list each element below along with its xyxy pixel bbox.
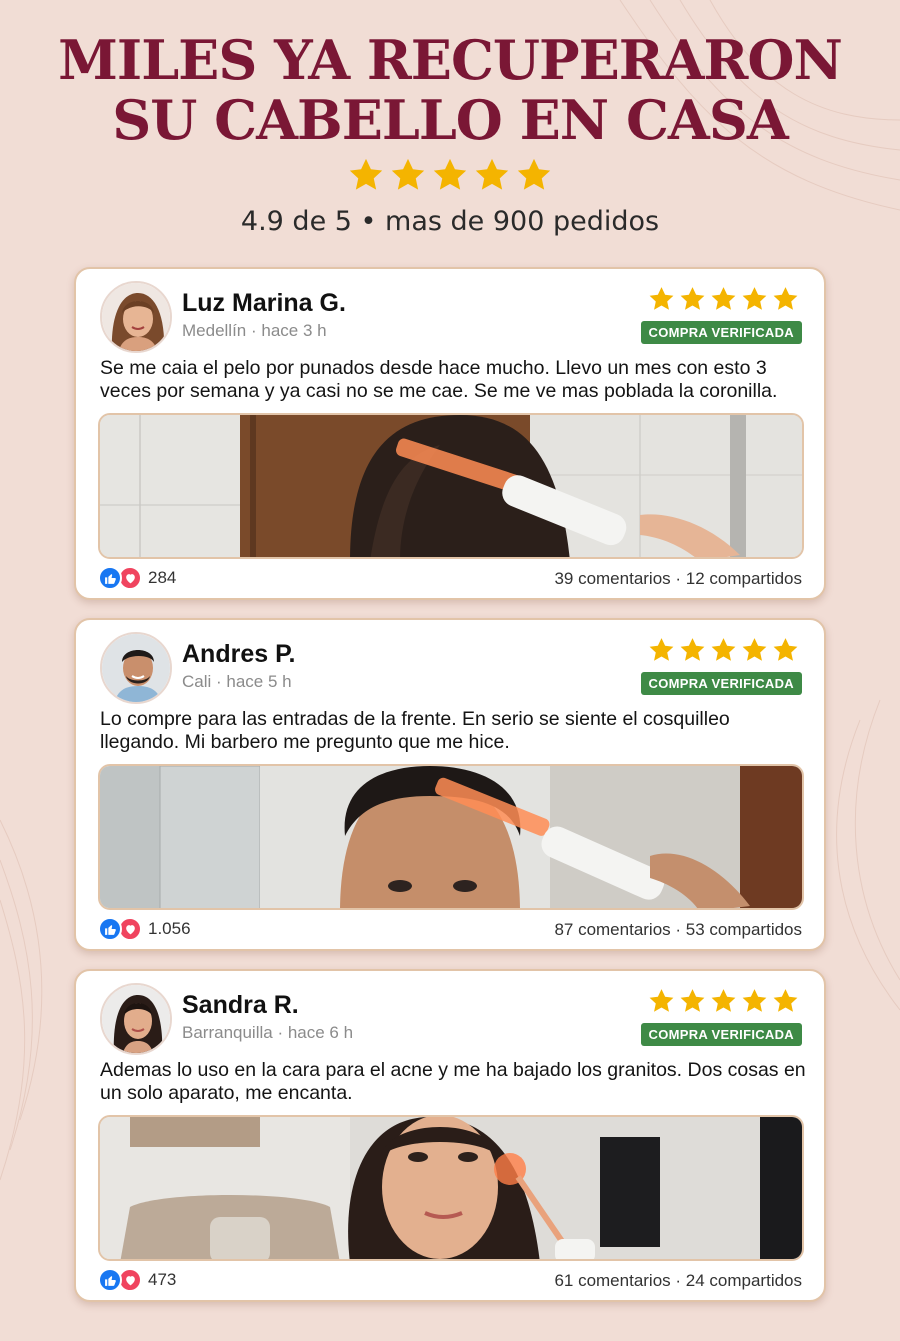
reactions[interactable]: 1.056 [98, 917, 191, 941]
star-icon [475, 158, 509, 190]
star-icon [649, 638, 674, 661]
star-icon [649, 287, 674, 310]
like-icon [98, 1268, 122, 1292]
review-text: Lo compre para las entradas de la frente… [100, 708, 730, 753]
reaction-count: 1.056 [148, 919, 191, 938]
verified-purchase-badge: COMPRA VERIFICADA [640, 321, 802, 344]
star-icon [517, 158, 551, 190]
star-icon [680, 638, 705, 661]
like-icon [98, 566, 122, 590]
star-icon [742, 287, 767, 310]
star-icon [742, 989, 767, 1012]
review-text: Ademas lo uso en la cara para el acne y … [100, 1059, 806, 1104]
verified-purchase-badge: COMPRA VERIFICADA [640, 1023, 802, 1046]
engagement-stats[interactable]: 61 comentarios · 24 compartidos [554, 1271, 802, 1291]
overall-rating-stars [0, 156, 900, 198]
reviewer-name[interactable]: Luz Marina G. [182, 289, 346, 318]
reaction-count: 284 [148, 568, 177, 587]
rating-summary: 4.9 de 5 • mas de 900 pedidos [240, 206, 660, 237]
review-photo[interactable] [98, 413, 804, 559]
avatar [100, 281, 172, 353]
reactions[interactable]: 473 [98, 1268, 176, 1292]
star-icon [773, 287, 798, 310]
star-icon [773, 638, 798, 661]
engagement-stats[interactable]: 39 comentarios · 12 compartidos [554, 569, 802, 589]
review-stars [647, 285, 800, 313]
review-photo[interactable] [98, 1115, 804, 1261]
review-card: Andres P. Cali · hace 5 h COMPRA VERIFIC… [74, 618, 826, 951]
headline-line-1: MILES YA RECUPERARON [58, 28, 843, 92]
review-card: Luz Marina G. Medellín · hace 3 h COMPRA… [74, 267, 826, 600]
review-photo[interactable] [98, 764, 804, 910]
reviewer-name[interactable]: Sandra R. [182, 991, 299, 1020]
star-icon [391, 158, 425, 190]
reaction-count: 473 [148, 1270, 177, 1289]
review-card: Sandra R. Barranquilla · hace 6 h COMPRA… [74, 969, 826, 1302]
star-icon [711, 638, 736, 661]
like-icon [98, 917, 122, 941]
review-stars [647, 636, 800, 664]
star-icon [773, 989, 798, 1012]
star-icon [711, 287, 736, 310]
star-icon [711, 989, 736, 1012]
headline-line-2: SU CABELLO EN CASA [112, 88, 788, 152]
star-icon [680, 989, 705, 1012]
star-icon [742, 638, 767, 661]
reviewer-meta: Medellín · hace 3 h [182, 321, 327, 340]
page-header: MILES YA RECUPERARON SU CABELLO EN CASA … [0, 30, 900, 237]
reviewer-name[interactable]: Andres P. [182, 640, 295, 669]
reactions[interactable]: 284 [98, 566, 176, 590]
review-text: Se me caia el pelo por punados desde hac… [100, 357, 778, 402]
avatar [100, 983, 172, 1055]
reviewer-meta: Barranquilla · hace 6 h [182, 1023, 354, 1042]
star-icon [433, 158, 467, 190]
star-icon [680, 287, 705, 310]
star-icon [649, 989, 674, 1012]
reviewer-meta: Cali · hace 5 h [182, 672, 292, 691]
headline: MILES YA RECUPERARON SU CABELLO EN CASA [0, 30, 900, 150]
avatar [100, 632, 172, 704]
star-icon [349, 158, 383, 190]
engagement-stats[interactable]: 87 comentarios · 53 compartidos [554, 920, 802, 940]
verified-purchase-badge: COMPRA VERIFICADA [640, 672, 802, 695]
review-stars [647, 987, 800, 1015]
